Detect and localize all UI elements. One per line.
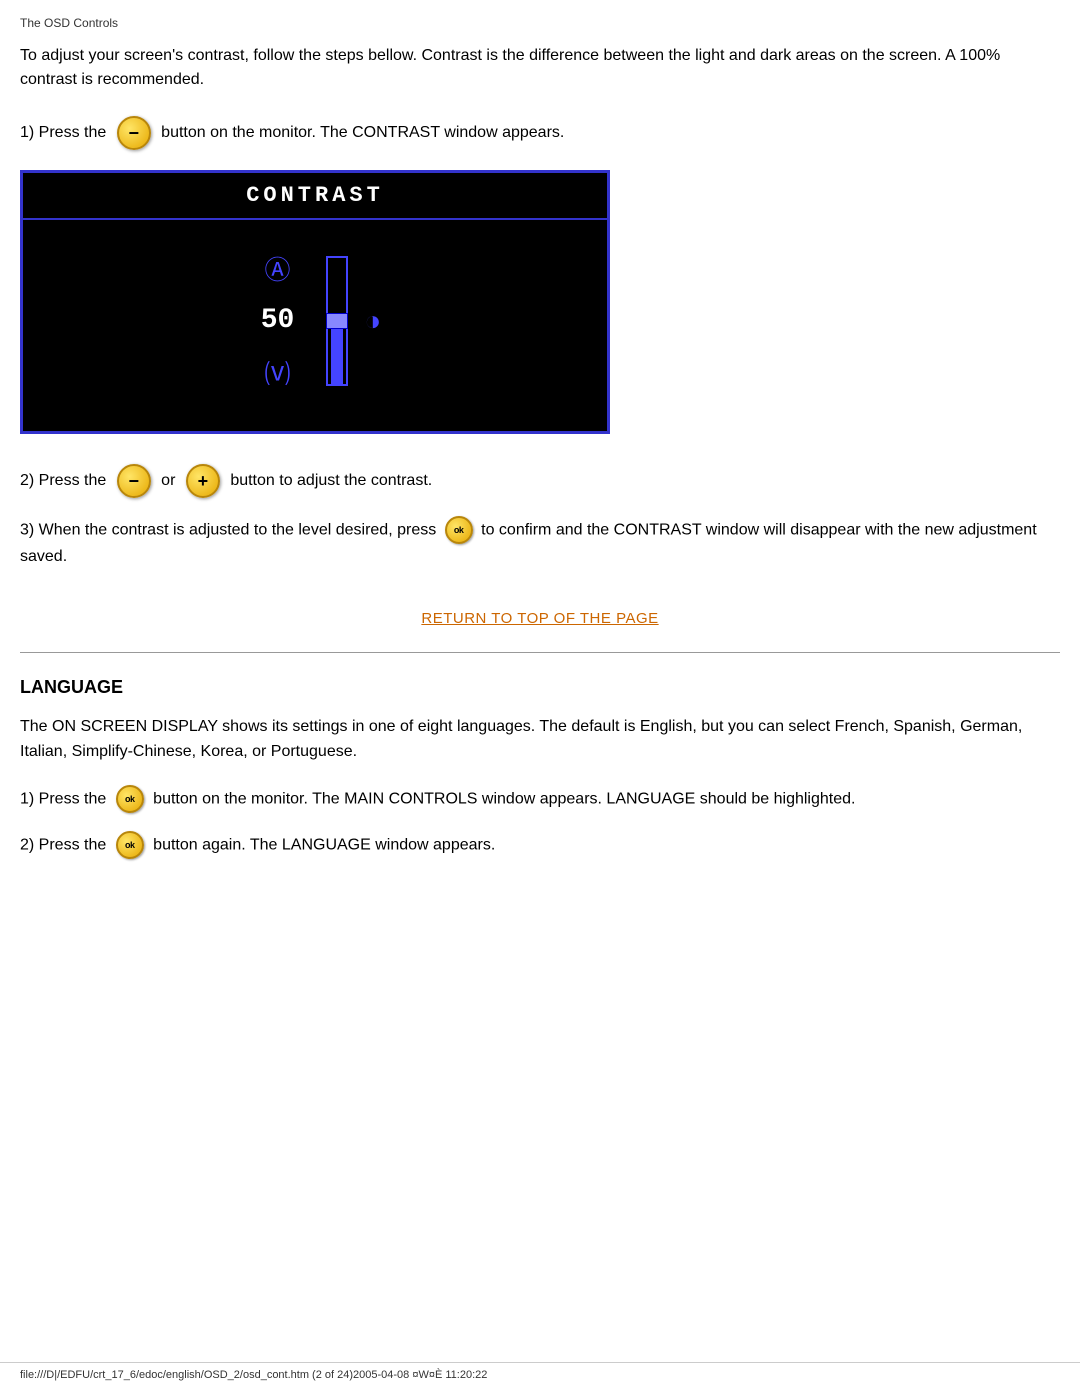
contrast-slider — [326, 256, 348, 386]
page-container: The OSD Controls To adjust your screen's… — [0, 0, 1080, 1397]
step1-suffix: button on the monitor. The CONTRAST wind… — [161, 124, 564, 141]
slider-fill — [331, 321, 343, 384]
language-heading: LANGUAGE — [20, 677, 1060, 698]
footer-text: file:///D|/EDFU/crt_17_6/edoc/english/OS… — [20, 1369, 487, 1381]
step1-container: 1) Press the − button on the monitor. Th… — [20, 116, 1060, 150]
down-arrow-icon: ⒱ — [265, 354, 291, 391]
lang-step1-suffix: button on the monitor. The MAIN CONTROLS… — [153, 790, 855, 807]
step2-container: 2) Press the − or + button to adjust the… — [20, 464, 1060, 498]
minus-button-step1[interactable]: − — [117, 116, 151, 150]
step3-prefix: 3) When the contrast is adjusted to the … — [20, 521, 436, 538]
contrast-window: CONTRAST Ⓐ 50 ⒱ ◑ — [20, 170, 610, 434]
lang-step2-container: 2) Press the ok button again. The LANGUA… — [20, 831, 1060, 859]
footer: file:///D|/EDFU/crt_17_6/edoc/english/OS… — [0, 1362, 1080, 1387]
step2-suffix: button to adjust the contrast. — [230, 472, 432, 489]
ok-button-step3[interactable]: ok — [445, 516, 473, 544]
lang-step2-suffix: button again. The LANGUAGE window appear… — [153, 837, 495, 854]
step3-container: 3) When the contrast is adjusted to the … — [20, 516, 1060, 570]
intro-text: To adjust your screen's contrast, follow… — [20, 44, 1060, 92]
lang-step1-container: 1) Press the ok button on the monitor. T… — [20, 785, 1060, 813]
lang-step2-prefix: 2) Press the — [20, 837, 106, 854]
slider-thumb — [326, 313, 348, 329]
return-link-container: RETURN TO TOP OF THE PAGE — [20, 610, 1060, 628]
up-arrow-icon: Ⓐ — [265, 250, 291, 287]
step1-prefix: 1) Press the — [20, 124, 106, 141]
contrast-value: 50 — [261, 305, 295, 336]
ok-button-lang-step1[interactable]: ok — [116, 785, 144, 813]
minus-button-step2[interactable]: − — [117, 464, 151, 498]
contrast-content: Ⓐ 50 ⒱ ◑ — [23, 220, 607, 411]
language-intro: The ON SCREEN DISPLAY shows its settings… — [20, 714, 1060, 765]
section-divider — [20, 652, 1060, 653]
contrast-circle-icon: ◑ — [364, 305, 381, 336]
step2-prefix: 2) Press the — [20, 472, 106, 489]
return-to-top-link[interactable]: RETURN TO TOP OF THE PAGE — [421, 610, 658, 627]
ok-button-lang-step2[interactable]: ok — [116, 831, 144, 859]
lang-step1-prefix: 1) Press the — [20, 790, 106, 807]
page-title: The OSD Controls — [20, 10, 1060, 30]
contrast-title: CONTRAST — [23, 173, 607, 220]
step2-or: or — [161, 472, 175, 489]
plus-button-step2[interactable]: + — [186, 464, 220, 498]
